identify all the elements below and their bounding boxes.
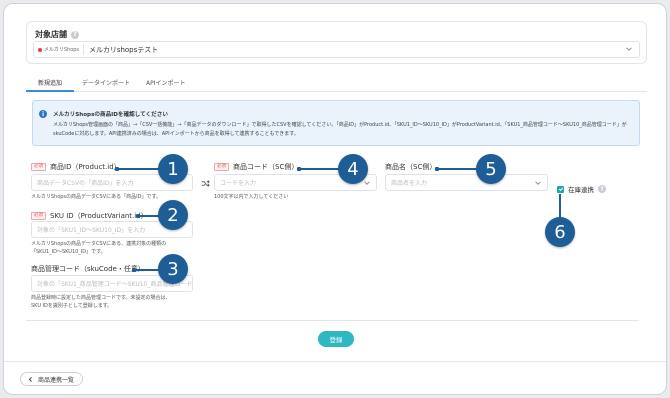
product-id-label-text: 商品ID（Product.id） <box>50 163 121 171</box>
shop-logo-text: メルカリShops <box>44 47 80 53</box>
required-badge: 必須 <box>31 163 46 171</box>
product-name-label: 商品名（SC側） <box>385 162 436 172</box>
back-button-label: 商品連携一覧 <box>38 376 75 384</box>
store-title: 対象店舗 ? <box>35 29 79 40</box>
sku-code-note-2: SKU IDを識別子として登録します。 <box>31 303 113 309</box>
sku-id-label: 必須 SKU ID（ProductVariant.id） <box>31 211 148 221</box>
chevron-down-icon <box>535 181 541 185</box>
help-icon[interactable]: ? <box>598 185 606 193</box>
callout-6-line <box>559 194 561 218</box>
footer-divider <box>4 361 666 362</box>
product-code-note: 100文字以内で入力してください <box>214 194 289 200</box>
info-body: メルカリShops管理画面の「商品」→「CSV一括機能」→「商品データのダウンロ… <box>53 122 627 137</box>
sku-id-note-1: メルカリShopsの商品データCSVにある、連携対象の種類の <box>31 241 167 247</box>
sku-id-label-text: SKU ID（ProductVariant.id） <box>50 212 148 220</box>
product-id-label: 必須 商品ID（Product.id） <box>31 162 121 172</box>
form-divider <box>26 320 639 321</box>
callout-6: 6 <box>545 217 575 247</box>
callout-3: 3 <box>158 254 188 284</box>
callout-4: 4 <box>338 154 368 184</box>
callout-2-anchor <box>136 214 140 218</box>
chevron-left-icon <box>28 376 32 382</box>
sku-code-label-text: 商品管理コード（skuCode・任意） <box>31 265 145 273</box>
tab-api-import[interactable]: APIインポート <box>138 74 194 92</box>
callout-1-anchor <box>115 167 119 171</box>
help-icon[interactable]: ? <box>71 30 79 39</box>
info-box: i メルカリShopsの商品IDを確認してください メルカリShops管理画面の… <box>32 100 640 146</box>
chevron-down-icon <box>364 181 370 185</box>
callout-5-line <box>437 168 479 170</box>
store-title-label: 対象店舗 <box>35 30 67 39</box>
shuffle-icon <box>201 180 210 187</box>
tab-data-import[interactable]: データインポート <box>74 74 138 92</box>
callout-3-anchor <box>132 268 136 272</box>
tab-new[interactable]: 新規追加 <box>26 74 74 92</box>
stock-sync[interactable]: 在庫連携 ? <box>557 184 606 194</box>
product-name-input[interactable]: 商品名を入力 <box>385 174 548 191</box>
store-card: 対象店舗 ? メルカリShops メルカリshopsテスト <box>26 21 647 64</box>
sku-code-note-1: 商品登録時に設定した商品管理コードです。未設定の場合は、 <box>31 295 171 301</box>
store-select[interactable]: メルカリShops メルカリshopsテスト <box>33 41 640 58</box>
callout-1: 1 <box>158 154 188 184</box>
chevron-down-icon <box>626 47 632 51</box>
info-title: メルカリShopsの商品IDを確認してください <box>53 112 168 118</box>
callout-5: 5 <box>476 154 506 184</box>
shop-logo-dot-icon <box>38 47 42 52</box>
product-code-label: 必須 商品コード（SC側） <box>214 162 298 172</box>
callout-4-line <box>299 168 341 170</box>
callout-4-anchor <box>297 167 301 171</box>
product-id-note: メルカリShopsの商品データCSVにある「商品ID」です。 <box>31 194 161 200</box>
info-icon: i <box>39 110 47 118</box>
product-code-label-text: 商品コード（SC側） <box>233 163 299 171</box>
required-badge: 必須 <box>214 163 229 171</box>
product-name-label-text: 商品名（SC側） <box>385 163 437 171</box>
product-code-placeholder: コードを入力 <box>220 180 257 187</box>
required-badge: 必須 <box>31 212 46 220</box>
callout-5-anchor <box>435 167 439 171</box>
callout-1-line <box>117 168 161 170</box>
stock-sync-label: 在庫連携 <box>568 186 594 194</box>
shop-logo: メルカリShops <box>38 44 85 55</box>
app-frame: 対象店舗 ? メルカリShops メルカリshopsテスト 新規追加 データイン… <box>3 3 667 395</box>
sku-id-note-2: 「SKU1_ID〜SKU10_ID」です。 <box>31 249 106 255</box>
checkbox-checked-icon[interactable] <box>557 185 564 193</box>
back-button[interactable]: 商品連携一覧 <box>20 372 84 386</box>
tab-bar: 新規追加 データインポート APIインポート <box>26 74 647 92</box>
callout-2: 2 <box>158 200 188 230</box>
submit-button[interactable]: 登録 <box>318 331 354 347</box>
product-name-placeholder: 商品名を入力 <box>391 180 428 187</box>
selected-store: メルカリshopsテスト <box>89 45 159 54</box>
sku-code-label: 商品管理コード（skuCode・任意） <box>31 264 145 274</box>
